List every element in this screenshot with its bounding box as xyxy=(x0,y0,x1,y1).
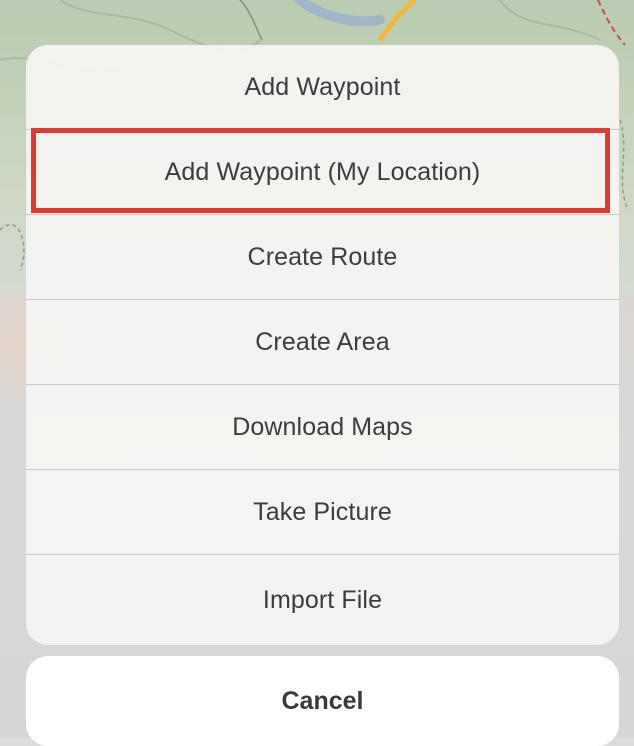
import-file-button[interactable]: Import File xyxy=(26,555,619,645)
download-maps-button[interactable]: Download Maps xyxy=(26,385,619,470)
add-waypoint-button[interactable]: Add Waypoint xyxy=(26,45,619,130)
add-waypoint-my-location-label: Add Waypoint (My Location) xyxy=(164,157,481,186)
take-picture-label: Take Picture xyxy=(253,497,392,526)
create-area-button[interactable]: Create Area xyxy=(26,300,619,385)
create-route-button[interactable]: Create Route xyxy=(26,215,619,300)
download-maps-label: Download Maps xyxy=(232,412,413,441)
cancel-button[interactable]: Cancel xyxy=(26,656,619,746)
cancel-label: Cancel xyxy=(281,686,364,715)
add-waypoint-label: Add Waypoint xyxy=(244,72,401,101)
action-sheet: Add Waypoint Add Waypoint (My Location) … xyxy=(26,45,619,645)
add-waypoint-my-location-button[interactable]: Add Waypoint (My Location) xyxy=(26,130,619,215)
create-area-label: Create Area xyxy=(255,327,390,356)
import-file-label: Import File xyxy=(262,585,383,614)
take-picture-button[interactable]: Take Picture xyxy=(26,470,619,555)
create-route-label: Create Route xyxy=(247,242,398,271)
